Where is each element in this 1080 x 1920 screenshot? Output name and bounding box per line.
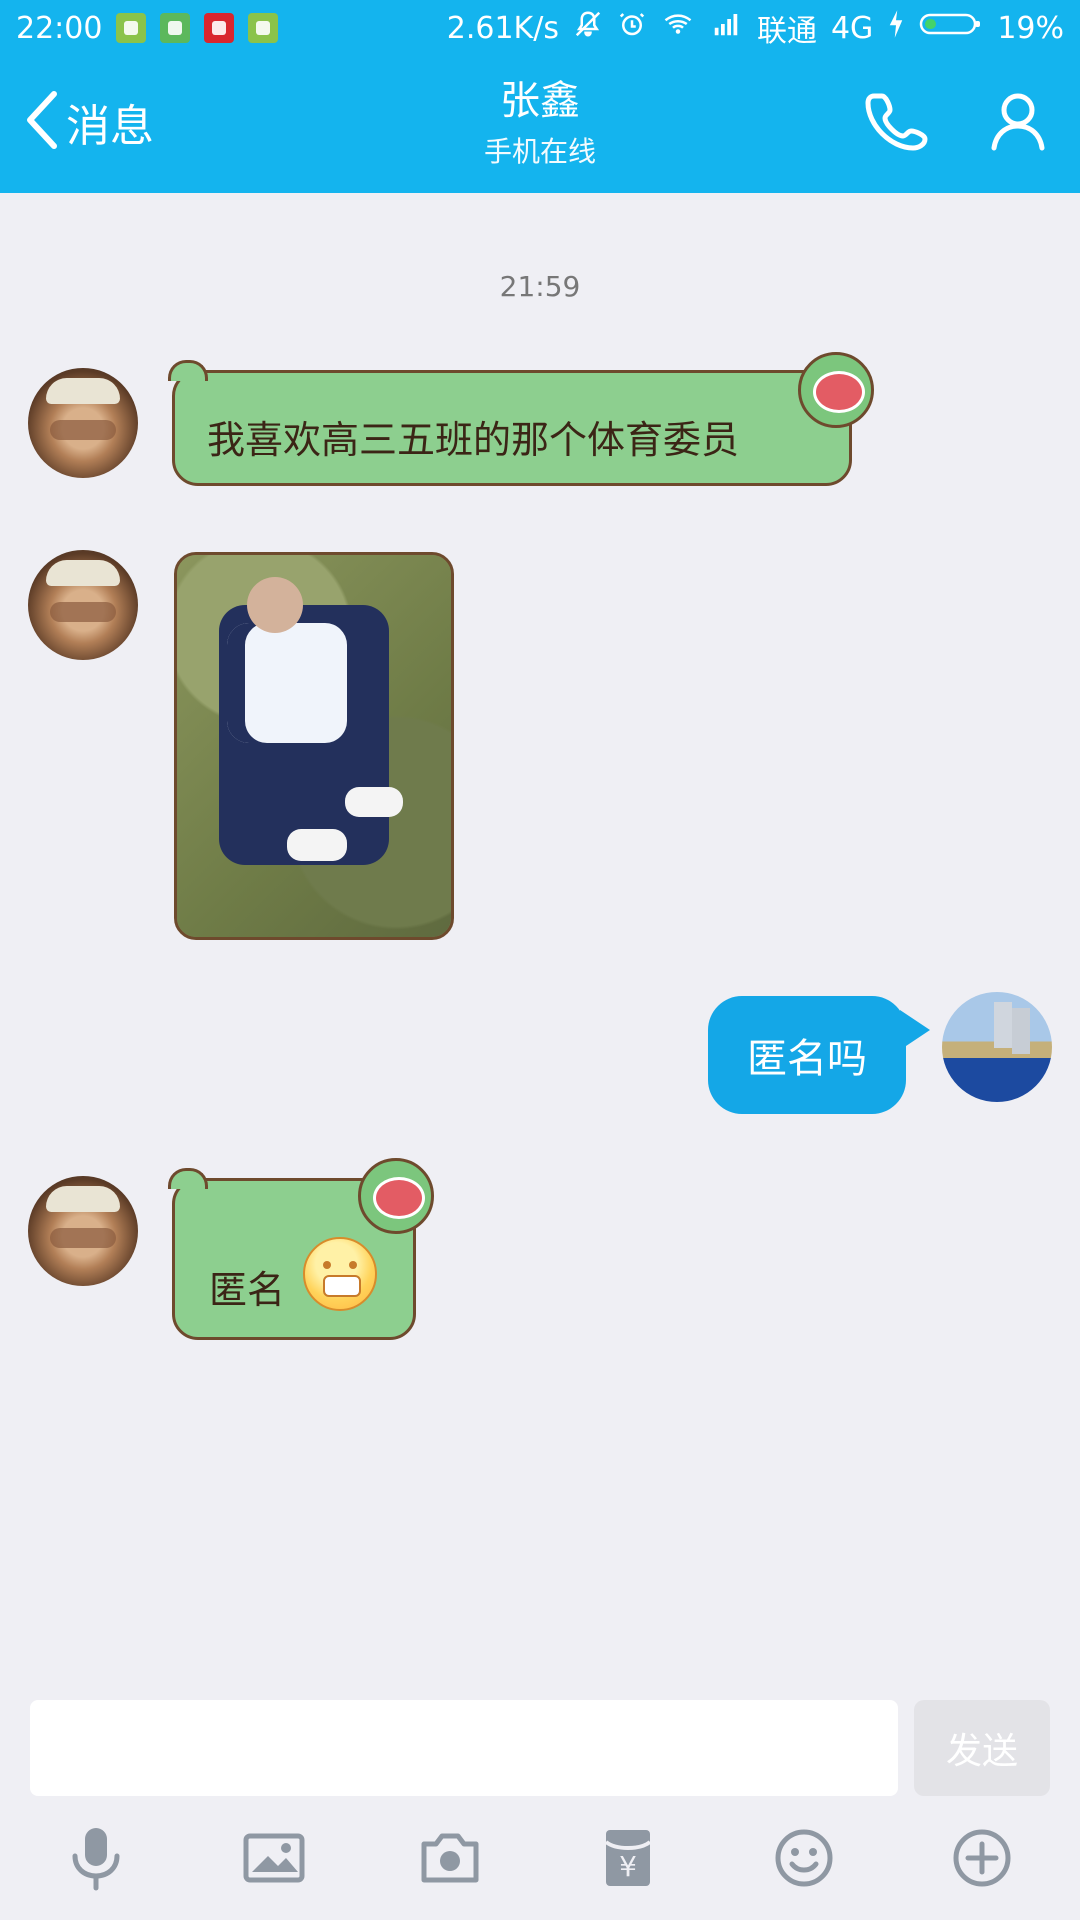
wifi-icon <box>661 9 695 47</box>
profile-button[interactable] <box>982 86 1054 158</box>
camera-button[interactable] <box>414 1824 486 1896</box>
my-avatar[interactable] <box>942 992 1052 1102</box>
chevron-left-icon <box>24 88 60 156</box>
back-button[interactable]: 消息 <box>24 82 154 162</box>
send-button[interactable]: 发送 <box>914 1700 1050 1796</box>
carrier-name: 联通 <box>756 14 817 49</box>
contact-avatar[interactable] <box>28 368 138 478</box>
more-options-button[interactable] <box>946 1824 1018 1896</box>
message-text: 我喜欢高三五班的那个体育委员 <box>207 418 740 462</box>
status-right: 2.61K/s 联通 4G 19% <box>447 6 1064 50</box>
voice-button[interactable] <box>60 1824 132 1896</box>
grin-emoji <box>303 1237 377 1311</box>
charging-icon <box>887 9 905 47</box>
shield-icon <box>116 13 147 43</box>
status-left: 22:00 <box>16 10 279 46</box>
top-header: 22:00 2.61K/s 联通 4G 19% 消息 张鑫 手机在线 <box>0 0 1080 193</box>
photo-jacket <box>227 623 347 743</box>
contact-avatar[interactable] <box>28 550 138 660</box>
call-button[interactable] <box>860 86 932 158</box>
message-timestamp: 21:59 <box>499 270 581 303</box>
message-bubble[interactable]: 匿名吗 <box>708 996 906 1114</box>
message-text: 匿名吗 <box>747 1036 867 1082</box>
photo-shoe <box>287 829 347 861</box>
status-bar: 22:00 2.61K/s 联通 4G 19% <box>0 0 1080 56</box>
phone-app-icon <box>248 13 279 43</box>
android-icon <box>160 13 191 43</box>
image-message[interactable] <box>174 552 454 940</box>
bubble-leaf-decoration <box>168 1168 208 1189</box>
photo-head <box>247 577 303 633</box>
signal-icon <box>709 9 743 47</box>
network-type: 4G <box>830 10 874 46</box>
profile-icon <box>986 88 1050 156</box>
battery-percent: 19% <box>997 10 1064 46</box>
image-icon <box>242 1830 306 1890</box>
status-time: 22:00 <box>16 10 103 46</box>
bubble-tail <box>900 1010 930 1050</box>
message-text: 匿名 <box>209 1268 286 1312</box>
photo-shoe <box>345 787 403 817</box>
battery-icon <box>919 9 983 47</box>
emoji-button[interactable] <box>768 1824 840 1896</box>
camera-icon <box>418 1830 482 1890</box>
bubble-mascot-decoration <box>798 352 874 428</box>
bubble-mascot-decoration <box>358 1158 434 1234</box>
red-packet-button[interactable]: ¥ <box>592 1824 664 1896</box>
message-input[interactable] <box>30 1700 898 1796</box>
emoji-icon <box>772 1826 836 1894</box>
image-picker-button[interactable] <box>238 1824 310 1896</box>
mute-bell-icon <box>573 9 603 47</box>
contact-avatar[interactable] <box>28 1176 138 1286</box>
message-bubble[interactable]: 我喜欢高三五班的那个体育委员 <box>172 370 852 486</box>
svg-text:¥: ¥ <box>619 1850 637 1883</box>
music-app-icon <box>204 13 235 43</box>
red-packet-icon: ¥ <box>600 1826 656 1894</box>
alarm-icon <box>617 9 647 47</box>
title-bar: 消息 张鑫 手机在线 <box>0 56 1080 193</box>
composer-bar: 发送 ¥ <box>0 1688 1080 1920</box>
network-speed: 2.61K/s <box>446 10 559 46</box>
microphone-icon <box>65 1822 127 1898</box>
plus-icon <box>950 1826 1014 1894</box>
bubble-leaf-decoration <box>168 360 208 381</box>
phone-icon <box>864 88 928 156</box>
back-label: 消息 <box>66 101 154 152</box>
